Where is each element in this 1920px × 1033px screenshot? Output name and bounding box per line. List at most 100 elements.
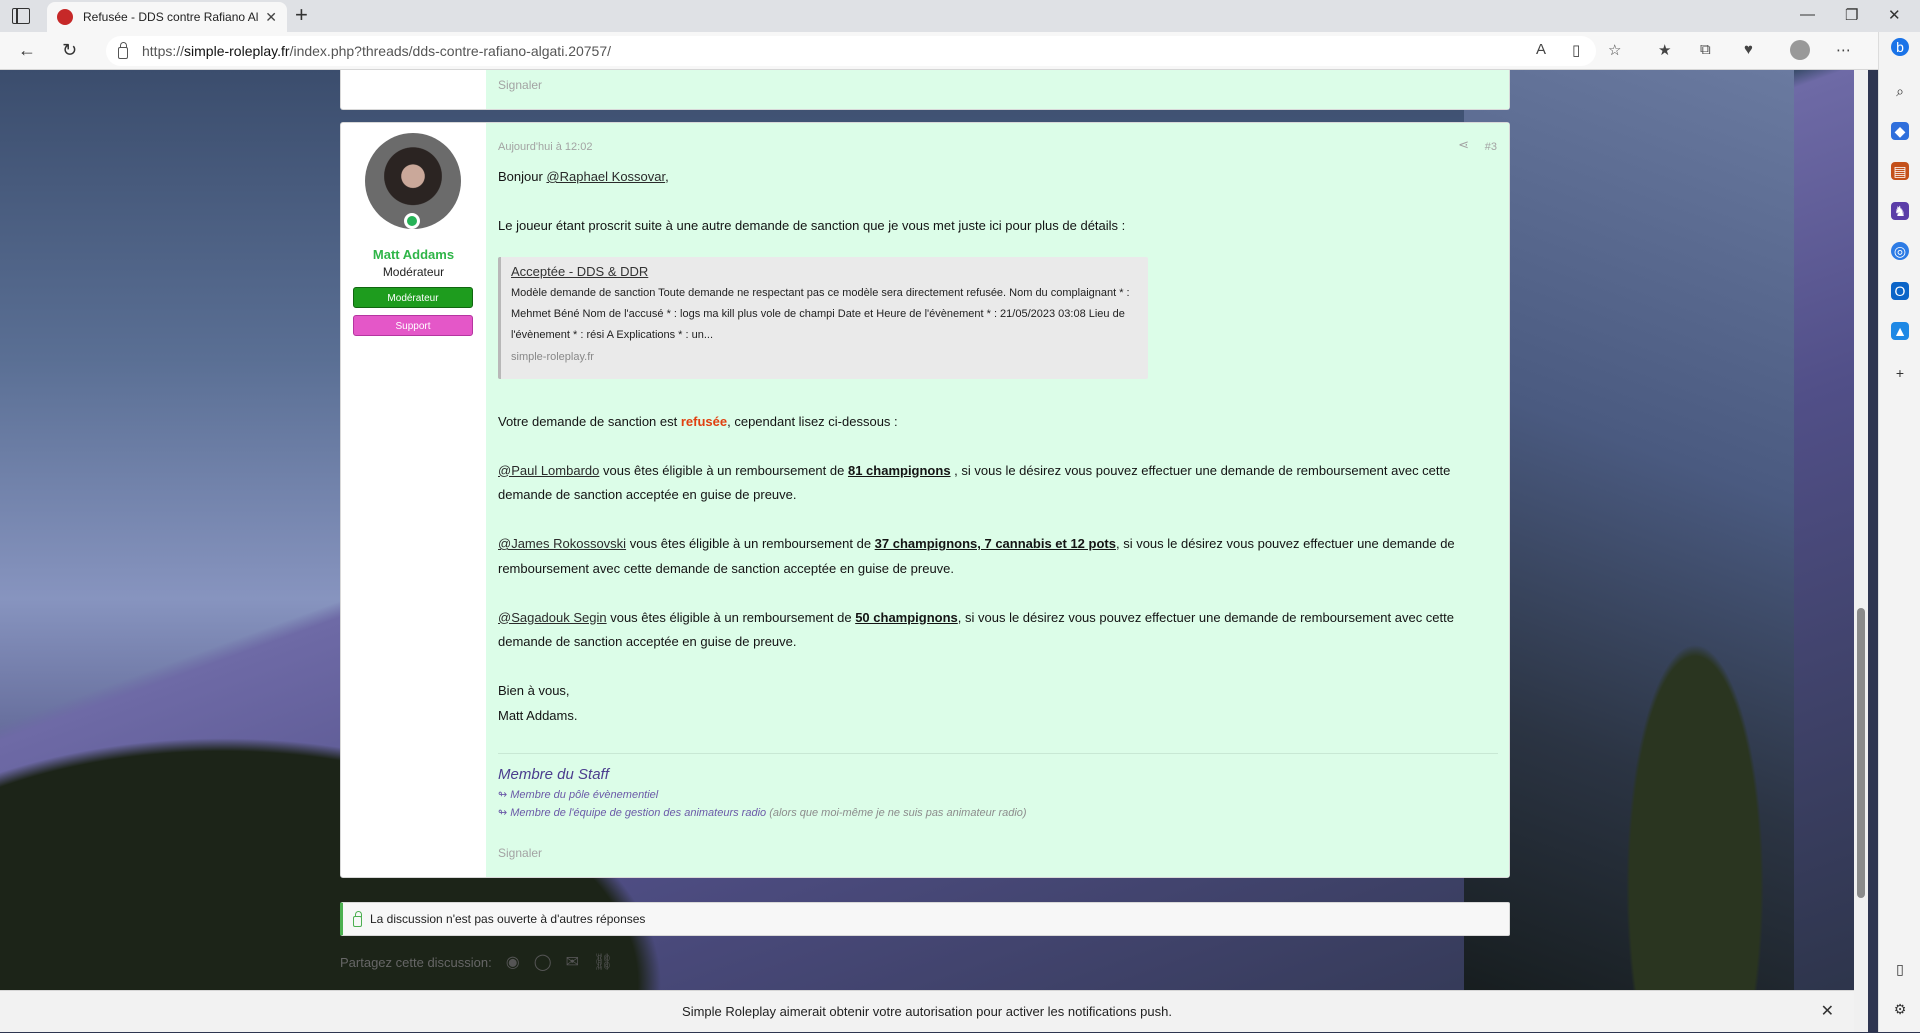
page-viewport: Signaler Matt Addams Modérateur Modérate… [0,70,1854,1032]
collections-icon[interactable]: ⧉ [1700,41,1711,58]
thread-locked-text: La discussion n'est pas ouverte à d'autr… [370,912,646,926]
user-title: Modérateur [382,265,445,279]
refund-amount: 50 champignons [855,609,958,625]
report-link[interactable]: Signaler [498,78,542,92]
greeting: Bonjour @Raphael Kossovar, [498,165,1498,190]
verdict-suffix: , cependant lisez ci-dessous : [727,413,898,429]
profile-avatar-icon[interactable] [1790,40,1810,60]
microsoft-365-icon[interactable]: ◎ [1891,242,1909,260]
signature-line: ↬ Membre du pôle évènementiel [498,789,659,801]
browser-tabbar: Refusée - DDS contre Rafiano Al... ✕ + —… [0,0,1920,32]
browser-sidebar: b ⌕ ◆ ▤ ♞ ◎ O ▲ + ▯ ⚙ [1878,32,1920,1032]
browser-tab[interactable]: Refusée - DDS contre Rafiano Al... ✕ [47,2,287,32]
post: Matt Addams Modérateur Modérateur Suppor… [340,122,1510,878]
closing-line: Bien à vous, [498,683,570,698]
add-favorite-icon[interactable]: ☆ [1608,41,1621,59]
username[interactable]: Matt Addams [341,247,486,262]
url-prefix: https:// [142,43,185,59]
push-notification-prompt: Simple Roleplay aimerait obtenir votre a… [0,990,1854,1032]
search-icon[interactable]: ⌕ [1891,82,1909,100]
refund-paragraph: @James Rokossovski vous êtes éligible à … [498,532,1498,581]
link-icon[interactable]: ⛓ [593,952,613,972]
tab-title: Refusée - DDS contre Rafiano Al... [83,10,260,24]
report-link[interactable]: Signaler [498,841,542,866]
whatsapp-icon[interactable]: ◯ [534,952,552,972]
greeting-suffix: , [665,169,669,184]
share-label: Partagez cette discussion: [340,954,492,970]
copilot-icon[interactable]: b [1891,38,1909,56]
refund-text: vous êtes éligible à un remboursement de [599,462,848,478]
greeting-prefix: Bonjour [498,169,547,184]
push-notification-text: Simple Roleplay aimerait obtenir votre a… [682,1004,1172,1019]
link-preview-site: simple-roleplay.fr [511,351,594,363]
lock-icon [353,910,362,927]
post-date[interactable]: Aujourd'hui à 12:02 [498,135,592,160]
minimize-icon[interactable]: — [1800,6,1815,23]
refresh-icon[interactable]: ↻ [62,39,77,61]
share-post-icon[interactable]: ⋖ [1458,133,1469,158]
signature-line: ↬ Membre de l'équipe de gestion des anim… [498,804,1498,822]
page-scrollbar[interactable] [1854,70,1868,1032]
refund-text: vous êtes éligible à un remboursement de [606,609,856,625]
lock-icon [118,42,128,59]
thread-content: Signaler Matt Addams Modérateur Modérate… [340,70,1524,1032]
closing-signature-name: Matt Addams. [498,707,578,723]
refund-paragraph: @Paul Lombardo vous êtes éligible à un r… [498,459,1498,508]
mention-link[interactable]: @Sagadouk Segin [498,610,607,625]
previous-post-message: Signaler [486,70,1509,109]
reddit-icon[interactable]: ◉ [506,952,520,972]
browser-essentials-icon[interactable]: ♥ [1744,41,1753,58]
tools-icon[interactable]: ▤ [1891,162,1909,180]
address-bar[interactable]: https://simple-roleplay.fr/index.php?thr… [106,36,1596,66]
link-preview-title[interactable]: Acceptée - DDS & DDR [511,261,1138,283]
online-status-icon [404,213,420,229]
close-notification-icon[interactable]: ✕ [1821,991,1834,1033]
mention-link[interactable]: @Raphael Kossovar [546,169,665,184]
split-screen-icon[interactable]: ▯ [1572,41,1580,59]
read-aloud-icon[interactable]: A [1536,41,1546,58]
link-preview[interactable]: Acceptée - DDS & DDR Modèle demande de s… [498,257,1148,379]
hide-sidebar-icon[interactable]: ▯ [1891,960,1909,978]
share-thread: Partagez cette discussion: ◉ ◯ ✉ ⛓ [340,950,613,974]
url-path: /index.php?threads/dds-contre-rafiano-al… [289,43,612,59]
intro-text: Le joueur étant proscrit suite à une aut… [498,218,1126,233]
link-preview-description: Modèle demande de sanction Toute demande… [511,287,1130,341]
refund-amount: 81 champignons [847,462,951,478]
refund-paragraph: @Sagadouk Segin vous êtes éligible à un … [498,606,1498,655]
more-options-icon[interactable]: ⋯ [1836,41,1851,59]
shopping-icon[interactable]: ◆ [1891,122,1909,140]
verdict-refused: refusée [680,413,728,429]
restore-icon[interactable]: ❐ [1845,6,1858,24]
signature-line-note: (alors que moi-même je ne suis pas anima… [766,807,1027,819]
refund-text: vous êtes éligible à un remboursement de [626,536,875,551]
url-host: simple-roleplay.fr [184,43,290,59]
mention-link[interactable]: @James Rokossovski [498,536,626,551]
verdict: Votre demande de sanction est refusée, c… [498,410,1498,435]
close-window-icon[interactable]: ✕ [1888,6,1901,24]
banner-support: Support [353,315,473,336]
new-tab-icon[interactable]: + [295,4,308,26]
drop-icon[interactable]: ▲ [1891,322,1909,340]
outlook-icon[interactable]: O [1891,282,1909,300]
post-number[interactable]: #3 [1485,135,1497,160]
user-signature: Membre du Staff ↬ Membre du pôle évèneme… [498,753,1498,822]
previous-post: Signaler [340,70,1510,110]
favorites-icon[interactable]: ★ [1658,41,1671,59]
back-icon[interactable]: ← [18,39,36,61]
games-icon[interactable]: ♞ [1891,202,1909,220]
mention-link[interactable]: @Paul Lombardo [498,463,599,478]
refund-amount: 37 champignons, 7 cannabis et 12 pots [874,536,1116,551]
post-user-pane: Matt Addams Modérateur Modérateur Suppor… [341,123,486,877]
site-favicon-icon [57,9,73,25]
post-message: Aujourd'hui à 12:02 ⋖ #3 Bonjour @Raphae… [486,123,1509,877]
sidebar-settings-icon[interactable]: ⚙ [1891,1000,1909,1018]
tab-actions-icon[interactable] [12,8,30,24]
email-icon[interactable]: ✉ [566,952,579,972]
add-sidebar-app-icon[interactable]: + [1891,364,1909,382]
thread-locked-notice: La discussion n'est pas ouverte à d'autr… [340,902,1510,936]
verdict-prefix: Votre demande de sanction est [498,413,681,429]
tab-close-icon[interactable]: ✕ [265,9,277,26]
scrollbar-thumb[interactable] [1857,608,1865,898]
browser-toolbar: ← ↻ https://simple-roleplay.fr/index.php… [0,32,1920,70]
signature-title: Membre du Staff [498,766,609,783]
